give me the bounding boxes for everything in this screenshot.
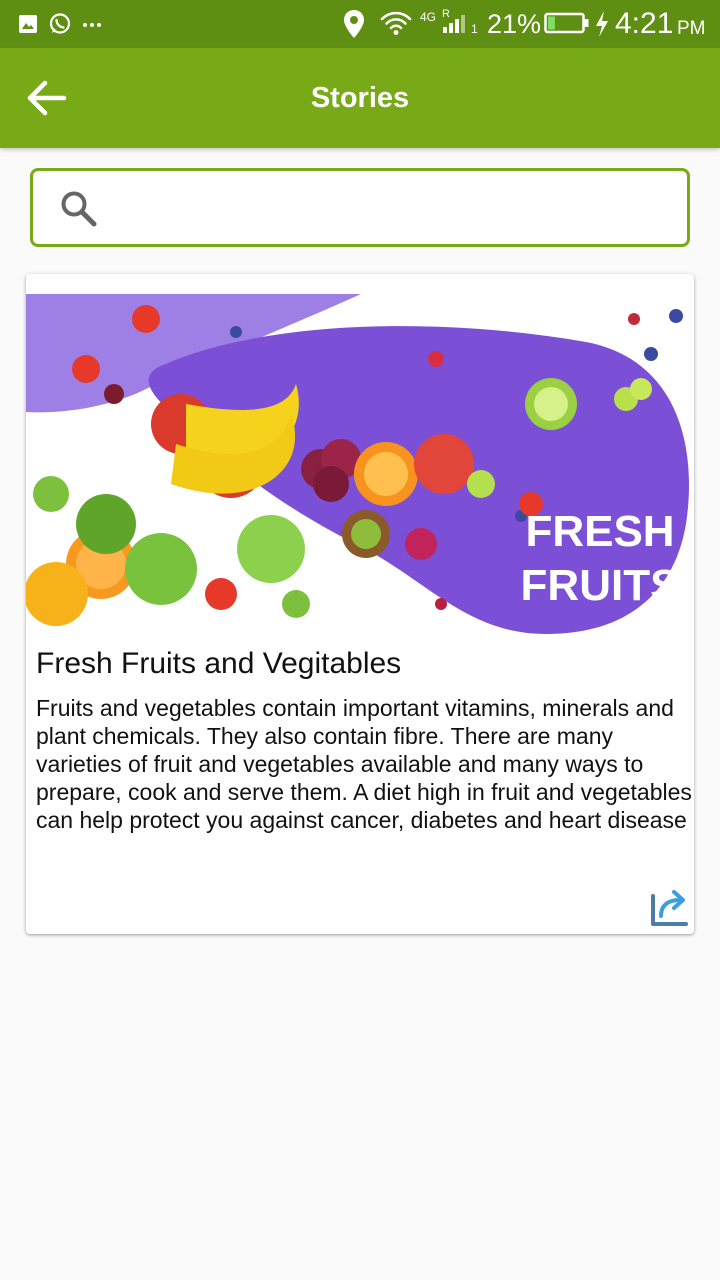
share-icon bbox=[651, 890, 688, 926]
search-box[interactable] bbox=[30, 168, 690, 247]
location-icon bbox=[344, 10, 364, 38]
network-type: 4G bbox=[420, 10, 437, 24]
image-caption-line2: FRUITS bbox=[521, 561, 680, 610]
story-title: Fresh Fruits and Vegitables bbox=[36, 647, 402, 680]
more-notifications-icon bbox=[83, 23, 101, 27]
image-icon bbox=[19, 15, 37, 33]
charging-icon bbox=[596, 11, 608, 37]
clock: 4:21 bbox=[615, 7, 674, 40]
search-input[interactable] bbox=[113, 181, 677, 235]
sim-number: 1 bbox=[471, 22, 478, 36]
story-card[interactable]: FRESH FRUITS Fresh Fruits and Vegitables… bbox=[26, 274, 694, 934]
app-bar: Stories bbox=[0, 48, 720, 148]
status-bar: 4G R 1 21% 4:21 PM bbox=[0, 0, 720, 48]
image-caption-line1: FRESH bbox=[525, 507, 674, 556]
story-body: Fruits and vegetables contain important … bbox=[36, 695, 692, 833]
clock-ampm: PM bbox=[677, 18, 706, 39]
page-title: Stories bbox=[310, 82, 410, 114]
battery-percent: 21% bbox=[487, 9, 542, 39]
story-image: FRESH FRUITS bbox=[26, 294, 694, 634]
battery-icon bbox=[544, 12, 589, 34]
search-icon[interactable] bbox=[59, 189, 99, 229]
signal-icon bbox=[443, 15, 465, 33]
whatsapp-icon bbox=[49, 13, 71, 34]
wifi-icon bbox=[380, 11, 412, 35]
share-button[interactable] bbox=[648, 886, 690, 928]
